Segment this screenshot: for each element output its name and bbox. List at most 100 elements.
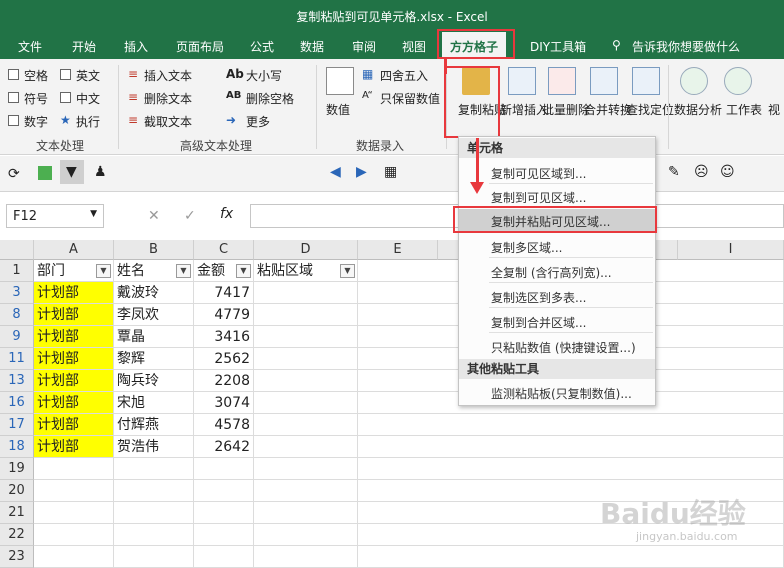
col-header-c[interactable]: C [194, 240, 254, 260]
tab-data[interactable]: 数据 [300, 38, 324, 55]
filter-dropdown-icon[interactable]: ▼ [340, 264, 355, 278]
menu-copy-to-multi-sheets[interactable]: 复制选区到多表... [491, 289, 586, 306]
left-arrow-icon[interactable]: ◀ [330, 164, 341, 180]
checkbox-chinese[interactable] [60, 92, 71, 103]
data-analysis-button[interactable]: 数据分析 [674, 101, 722, 118]
menu-monitor-clipboard[interactable]: 监测粘贴板(只复制数值)... [491, 385, 632, 402]
row-header[interactable]: 9 [0, 326, 34, 348]
fx-button[interactable]: fx [220, 206, 233, 222]
round-button[interactable]: 四舍五入 [380, 67, 428, 84]
case-button[interactable]: 大小写 [246, 67, 282, 84]
cell-department[interactable]: 计划部 [34, 348, 114, 370]
cancel-icon[interactable]: ✕ [148, 208, 160, 224]
row-header[interactable]: 19 [0, 458, 34, 480]
header-cell-paste-area[interactable]: 粘贴区域 ▼ [254, 260, 358, 282]
extract-text-button[interactable]: 截取文本 [144, 113, 192, 130]
col-header-a[interactable]: A [34, 240, 114, 260]
empty-cell[interactable] [358, 436, 784, 458]
filter-dropdown-icon[interactable]: ▼ [236, 264, 251, 278]
cell-name[interactable]: 戴波玲 [114, 282, 194, 304]
cell-amount[interactable]: 4779 [194, 304, 254, 326]
calculator-icon[interactable]: ▦ [384, 164, 397, 180]
confirm-icon[interactable]: ✓ [184, 208, 196, 224]
checkbox-space[interactable] [8, 69, 19, 80]
checkbox-english[interactable] [60, 69, 71, 80]
cell-paste-area[interactable] [254, 326, 358, 348]
empty-cell[interactable] [194, 480, 254, 502]
cell-department[interactable]: 计划部 [34, 392, 114, 414]
cell-paste-area[interactable] [254, 436, 358, 458]
batch-delete-button[interactable]: 批量删除 [542, 101, 590, 118]
menu-paste-values-only[interactable]: 只粘贴数值 (快捷键设置...) [491, 339, 636, 356]
fill-color-icon[interactable] [38, 166, 52, 180]
cell-name[interactable]: 宋旭 [114, 392, 194, 414]
row-header[interactable]: 11 [0, 348, 34, 370]
row-header[interactable]: 20 [0, 480, 34, 502]
cell-paste-area[interactable] [254, 282, 358, 304]
find-locate-button[interactable]: 查找定位 [626, 101, 674, 118]
menu-full-copy[interactable]: 全复制 (含行高列宽)... [491, 264, 612, 281]
cell-department[interactable]: 计划部 [34, 326, 114, 348]
cell-name[interactable]: 陶兵玲 [114, 370, 194, 392]
keep-number-button[interactable]: 只保留数值 [380, 90, 440, 107]
empty-cell[interactable] [34, 502, 114, 524]
tab-review[interactable]: 审阅 [352, 38, 376, 55]
empty-cell[interactable] [358, 414, 784, 436]
empty-cell[interactable] [34, 458, 114, 480]
row-header[interactable]: 1 [0, 260, 34, 282]
empty-cell[interactable] [194, 502, 254, 524]
col-header-e[interactable]: E [358, 240, 438, 260]
row-header[interactable]: 21 [0, 502, 34, 524]
cell-name[interactable]: 黎辉 [114, 348, 194, 370]
tab-file[interactable]: 文件 [18, 38, 42, 55]
checkbox-symbol[interactable] [8, 92, 19, 103]
name-box[interactable]: F12 ▼ [6, 204, 104, 228]
happy-face-icon[interactable]: ☺ [720, 164, 735, 180]
cell-amount[interactable]: 3074 [194, 392, 254, 414]
menu-copy-to-merged[interactable]: 复制到合并区域... [491, 314, 586, 331]
header-cell-name[interactable]: 姓名 ▼ [114, 260, 194, 282]
sad-face-icon[interactable]: ☹ [694, 164, 709, 180]
cell-paste-area[interactable] [254, 304, 358, 326]
filter-dropdown-icon[interactable]: ▼ [176, 264, 191, 278]
empty-cell[interactable] [254, 524, 358, 546]
checkbox-number[interactable] [8, 115, 19, 126]
cell-amount[interactable]: 7417 [194, 282, 254, 304]
number-button[interactable]: 数值 [326, 101, 350, 118]
menu-copy-visible-to[interactable]: 复制可见区域到... [491, 165, 586, 182]
header-cell-amount[interactable]: 金额 ▼ [194, 260, 254, 282]
empty-cell[interactable] [114, 480, 194, 502]
search-icon[interactable]: ⚲ [612, 38, 621, 52]
row-header[interactable]: 13 [0, 370, 34, 392]
cell-paste-area[interactable] [254, 370, 358, 392]
empty-cell[interactable] [34, 524, 114, 546]
empty-cell[interactable] [254, 502, 358, 524]
col-header-b[interactable]: B [114, 240, 194, 260]
refresh-icon[interactable]: ⟳ [8, 166, 20, 182]
delete-text-button[interactable]: 删除文本 [144, 90, 192, 107]
cell-paste-area[interactable] [254, 392, 358, 414]
row-header[interactable]: 22 [0, 524, 34, 546]
col-header-d[interactable]: D [254, 240, 358, 260]
delete-space-button[interactable]: 删除空格 [246, 90, 294, 107]
insert-button[interactable]: 新增插入 [500, 101, 548, 118]
empty-cell[interactable] [114, 502, 194, 524]
right-arrow-icon[interactable]: ▶ [356, 164, 367, 180]
empty-cell[interactable] [358, 458, 784, 480]
tab-formulas[interactable]: 公式 [250, 38, 274, 55]
row-header[interactable]: 18 [0, 436, 34, 458]
empty-cell[interactable] [114, 458, 194, 480]
brush-icon[interactable]: ✎ [668, 164, 680, 180]
row-header[interactable]: 17 [0, 414, 34, 436]
empty-cell[interactable] [254, 480, 358, 502]
empty-cell[interactable] [254, 458, 358, 480]
execute-button[interactable]: 执行 [76, 113, 100, 130]
merge-convert-button[interactable]: 合并转换 [584, 101, 632, 118]
cell-amount[interactable]: 4578 [194, 414, 254, 436]
cell-amount[interactable]: 2208 [194, 370, 254, 392]
cell-paste-area[interactable] [254, 348, 358, 370]
tab-page-layout[interactable]: 页面布局 [176, 38, 224, 55]
tab-home[interactable]: 开始 [72, 38, 96, 55]
cell-department[interactable]: 计划部 [34, 304, 114, 326]
cell-paste-area[interactable] [254, 414, 358, 436]
